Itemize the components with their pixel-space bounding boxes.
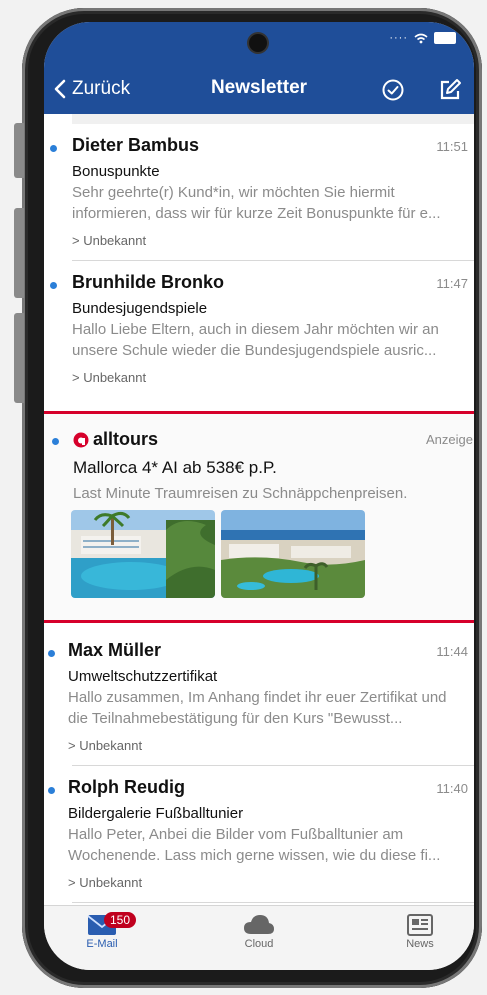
mail-folder: > Unbekannt	[68, 875, 143, 890]
mail-item[interactable]: Dieter Bambus 11:51 Bonuspunkte Sehr gee…	[44, 124, 474, 260]
signal-icon: ····	[389, 32, 408, 44]
select-check-icon[interactable]	[381, 78, 405, 102]
mail-subject: Bundesjugendspiele	[72, 300, 208, 317]
mail-list[interactable]: Dieter Bambus 11:51 Bonuspunkte Sehr gee…	[44, 114, 474, 914]
ad-label: Anzeige	[426, 432, 473, 447]
list-top-gap	[72, 114, 474, 124]
unread-dot	[48, 787, 55, 794]
app-screen: ···· Zurück Newsletter Dieter Bambus 11:…	[44, 22, 474, 970]
unread-count-badge: 150	[104, 912, 137, 928]
tab-news-label: News	[406, 938, 434, 950]
tab-news[interactable]: News	[380, 914, 460, 950]
mail-folder: > Unbekannt	[72, 233, 147, 248]
tab-cloud-label: Cloud	[244, 938, 274, 950]
mail-time: 11:51	[436, 139, 468, 154]
tab-email[interactable]: 150 E-Mail	[62, 912, 142, 950]
wifi-icon	[414, 33, 428, 43]
mail-preview: Hallo Liebe Eltern, auch in diesem Jahr …	[72, 321, 439, 359]
mail-item[interactable]: Rolph Reudig 11:40 Bildergalerie Fußball…	[44, 766, 474, 902]
mail-sender: Dieter Bambus	[72, 135, 200, 155]
ad-banner[interactable]: alltours Anzeige Mallorca 4* AI ab 538€ …	[44, 411, 474, 623]
tab-cloud[interactable]: Cloud	[219, 914, 299, 950]
mail-sender: Max Müller	[68, 640, 162, 660]
mail-sender: Brunhilde Bronko	[72, 272, 224, 292]
unread-dot	[50, 282, 57, 289]
mail-subject: Umweltschutzzertifikat	[68, 668, 218, 685]
mail-preview: Sehr geehrte(r) Kund*in, wir möchten Sie…	[72, 184, 441, 222]
page-title: Newsletter	[210, 77, 308, 98]
cloud-icon	[244, 915, 274, 934]
alltours-logo-icon	[73, 432, 89, 447]
mail-folder: > Unbekannt	[68, 738, 143, 753]
volume-down-button	[14, 313, 24, 403]
mail-preview: Hallo zusammen, Im Anhang findet ihr eue…	[68, 689, 447, 727]
compose-icon[interactable]	[438, 78, 462, 102]
ad-brand-name: alltours	[93, 429, 159, 449]
mail-item[interactable]: Brunhilde Bronko 11:47 Bundesjugendspiel…	[44, 261, 474, 397]
ad-brand: alltours	[73, 429, 158, 450]
unread-dot	[50, 145, 57, 152]
mail-sender: Rolph Reudig	[68, 777, 185, 797]
newspaper-icon	[407, 914, 433, 936]
mail-preview: Hallo Peter, Anbei die Bilder vom Fußbal…	[68, 826, 441, 864]
tab-bar: 150 E-Mail Cloud News	[44, 905, 474, 970]
mail-subject: Bildergalerie Fußballtunier	[68, 805, 244, 822]
unread-dot	[48, 650, 55, 657]
front-camera	[249, 34, 267, 52]
mail-time: 11:47	[436, 276, 468, 291]
mail-time: 11:40	[436, 781, 468, 796]
volume-up-button	[14, 208, 24, 298]
app-header: ···· Zurück Newsletter	[44, 22, 474, 114]
ad-text: Last Minute Traumreisen zu Schnäppchenpr…	[73, 485, 408, 502]
ad-image-resort[interactable]	[221, 510, 365, 598]
tab-email-label: E-Mail	[86, 938, 118, 950]
mail-time: 11:44	[436, 644, 468, 659]
mail-item[interactable]: Max Müller 11:44 Umweltschutzzertifikat …	[44, 629, 474, 765]
battery-icon	[434, 32, 456, 44]
status-bar: ····	[389, 32, 456, 44]
mail-folder: > Unbekannt	[72, 370, 147, 385]
ad-title: Mallorca 4* AI ab 538€ p.P.	[73, 458, 277, 477]
mail-subject: Bonuspunkte	[72, 163, 160, 180]
mute-switch	[14, 123, 24, 178]
ad-image-pool[interactable]	[71, 510, 215, 598]
unread-dot	[52, 438, 59, 445]
